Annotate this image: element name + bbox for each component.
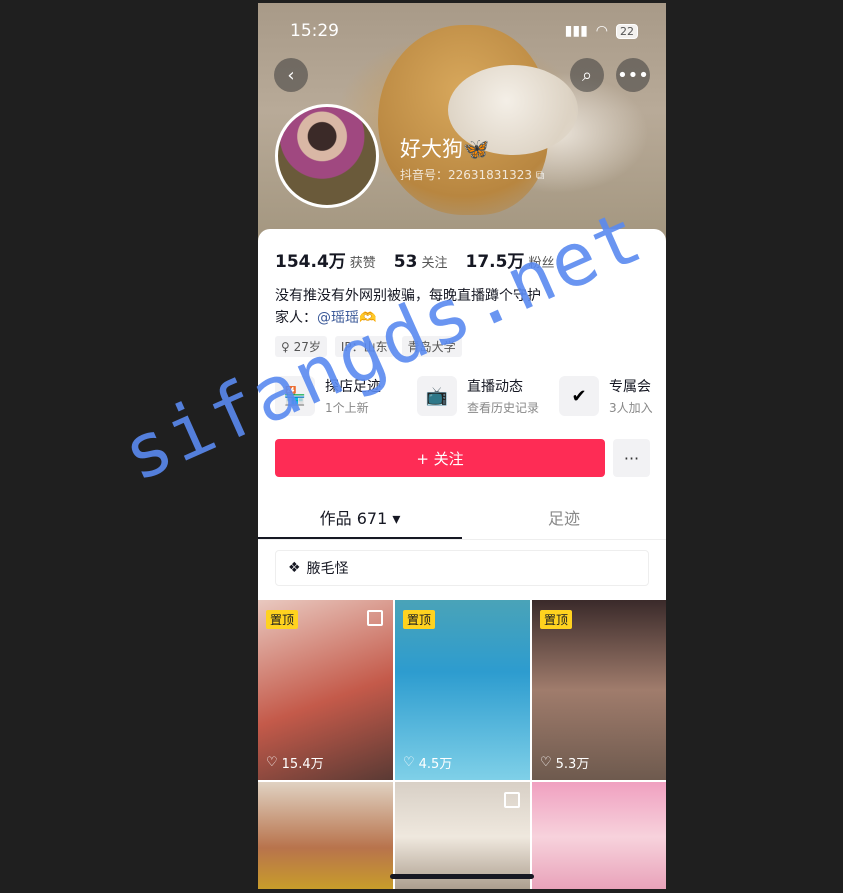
heart-icon: ♡ bbox=[266, 755, 278, 770]
video-tile[interactable] bbox=[532, 782, 666, 889]
feature-title: 直播动态 bbox=[467, 379, 523, 395]
feature-subtitle: 查看历史记录 bbox=[467, 401, 540, 415]
feature-fan-club[interactable]: ✔ 专属会 3人加入 bbox=[559, 376, 659, 416]
avatar[interactable] bbox=[275, 104, 379, 208]
wifi-icon: ◠ bbox=[595, 23, 608, 39]
more-icon[interactable]: ••• bbox=[616, 58, 650, 92]
follow-button[interactable]: + 关注 bbox=[275, 439, 605, 477]
video-grid: 置顶 ♡ 15.4万 置顶 ♡ 4.5万 置顶 ♡ 5.3万 bbox=[258, 600, 666, 889]
stat-value: 53 bbox=[393, 252, 418, 272]
home-indicator[interactable] bbox=[390, 874, 534, 879]
like-count: ♡ 4.5万 bbox=[403, 753, 452, 772]
stat-likes[interactable]: 154.4万 获赞 bbox=[275, 247, 376, 272]
multi-image-icon bbox=[367, 610, 383, 626]
like-value: 15.4万 bbox=[281, 757, 324, 772]
stat-following[interactable]: 53 关注 bbox=[394, 252, 448, 272]
multi-image-icon bbox=[504, 792, 520, 808]
check-badge-icon: ✔ bbox=[559, 376, 599, 416]
back-icon[interactable]: ‹ bbox=[274, 58, 308, 92]
more-actions-button[interactable]: ··· bbox=[613, 439, 650, 477]
pinned-badge: 置顶 bbox=[403, 610, 436, 629]
like-count: ♡ 15.4万 bbox=[266, 753, 324, 772]
video-tile[interactable] bbox=[395, 782, 530, 889]
stat-value: 154.4万 bbox=[275, 252, 346, 272]
feature-live-updates[interactable]: 📺 直播动态查看历史记录 bbox=[417, 376, 559, 416]
signal-icon: ▮▮▮ bbox=[564, 23, 588, 39]
bio-prefix: 家人： bbox=[275, 310, 317, 326]
tab-works[interactable]: 作品 671 ▾ bbox=[258, 501, 462, 539]
phone-screen: 15:29 ▮▮▮ ◠ 22 ‹ ⌕ ••• 好大狗🦋 抖音号：22631831… bbox=[258, 3, 666, 889]
like-count: ♡ 5.3万 bbox=[540, 753, 589, 772]
heart-icon: ♡ bbox=[540, 755, 552, 770]
douyin-id[interactable]: 抖音号：22631831323 ⧉ bbox=[400, 166, 544, 183]
video-tile[interactable]: 置顶 ♡ 5.3万 bbox=[532, 600, 666, 780]
collection-chip[interactable]: ❖ 腋毛怪 bbox=[275, 550, 649, 586]
stat-label: 获赞 bbox=[349, 256, 376, 271]
tab-footprints[interactable]: 足迹 bbox=[462, 501, 666, 539]
content-tabs: 作品 671 ▾ 足迹 bbox=[258, 501, 666, 540]
like-value: 4.5万 bbox=[418, 757, 453, 772]
video-tile[interactable] bbox=[258, 782, 393, 889]
status-icons: ▮▮▮ ◠ 22 bbox=[565, 23, 638, 39]
search-icon[interactable]: ⌕ bbox=[570, 58, 604, 92]
video-tile[interactable]: 置顶 ♡ 4.5万 bbox=[395, 600, 530, 780]
video-tile[interactable]: 置顶 ♡ 15.4万 bbox=[258, 600, 393, 780]
feature-subtitle: 3人加入 bbox=[609, 401, 653, 415]
stat-label: 关注 bbox=[421, 256, 448, 271]
tv-icon: 📺 bbox=[417, 376, 457, 416]
pinned-badge: 置顶 bbox=[266, 610, 299, 629]
profile-name: 好大狗🦋 bbox=[400, 137, 490, 161]
heart-icon: ♡ bbox=[403, 755, 415, 770]
like-value: 5.3万 bbox=[555, 757, 590, 772]
pinned-badge: 置顶 bbox=[540, 610, 573, 629]
collection-label: 腋毛怪 bbox=[306, 561, 349, 577]
status-time: 15:29 bbox=[290, 21, 339, 41]
feature-title: 专属会 bbox=[609, 379, 651, 395]
battery-icon: 22 bbox=[616, 23, 638, 39]
stack-icon: ❖ bbox=[288, 560, 301, 576]
